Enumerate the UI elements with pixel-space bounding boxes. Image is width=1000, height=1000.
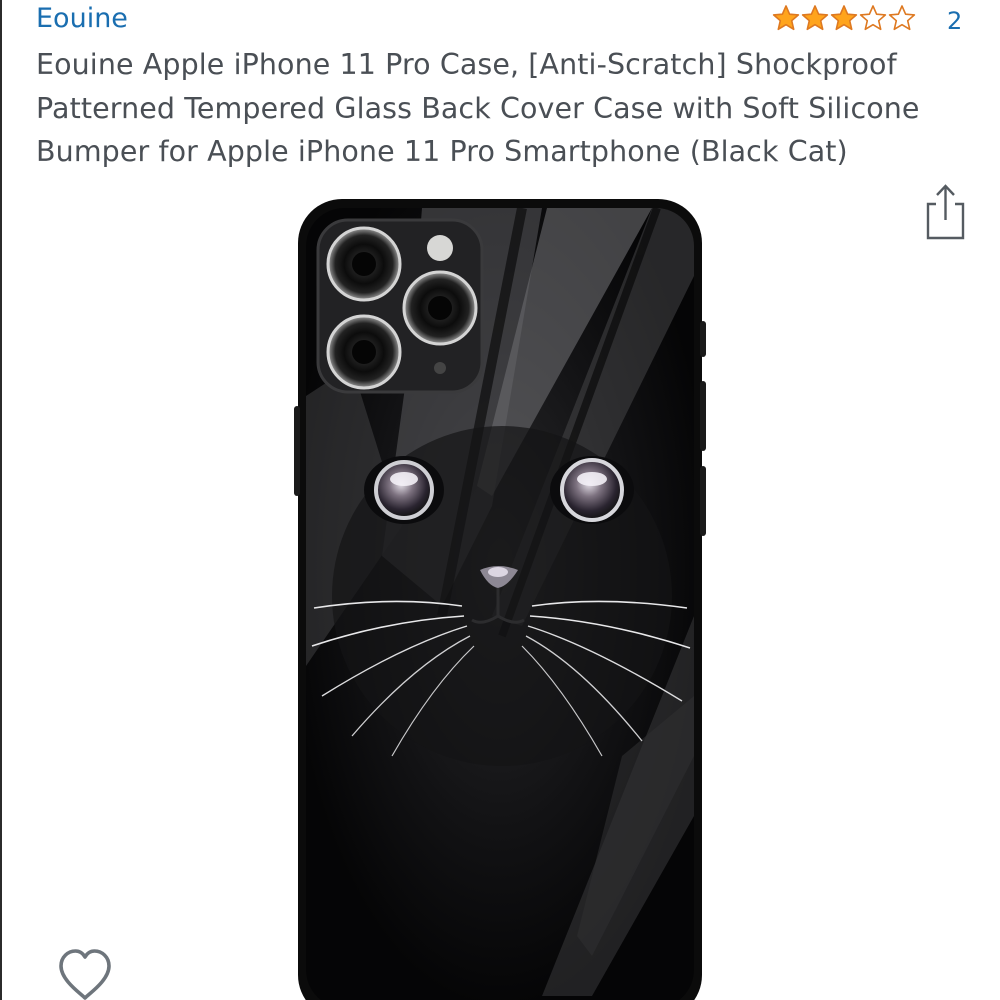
star-filled-icon — [830, 5, 858, 31]
star-rating[interactable] — [772, 3, 916, 33]
brand-link[interactable]: Eouine — [36, 2, 128, 36]
camera-module — [316, 218, 484, 394]
share-button[interactable] — [920, 180, 970, 242]
product-title: Eouine Apple iPhone 11 Pro Case, [Anti-S… — [36, 48, 920, 168]
product-image[interactable] — [292, 196, 708, 1000]
share-icon — [926, 184, 965, 240]
heart-outline-icon — [59, 949, 111, 1000]
stars-row — [772, 4, 916, 32]
star-empty-icon — [859, 5, 887, 31]
star-filled-icon — [772, 5, 800, 31]
left-border — [0, 0, 2, 1000]
wishlist-button[interactable] — [56, 948, 114, 1000]
rating-count-link[interactable]: 2 — [947, 6, 962, 36]
star-filled-icon — [801, 5, 829, 31]
star-empty-icon — [888, 5, 916, 31]
